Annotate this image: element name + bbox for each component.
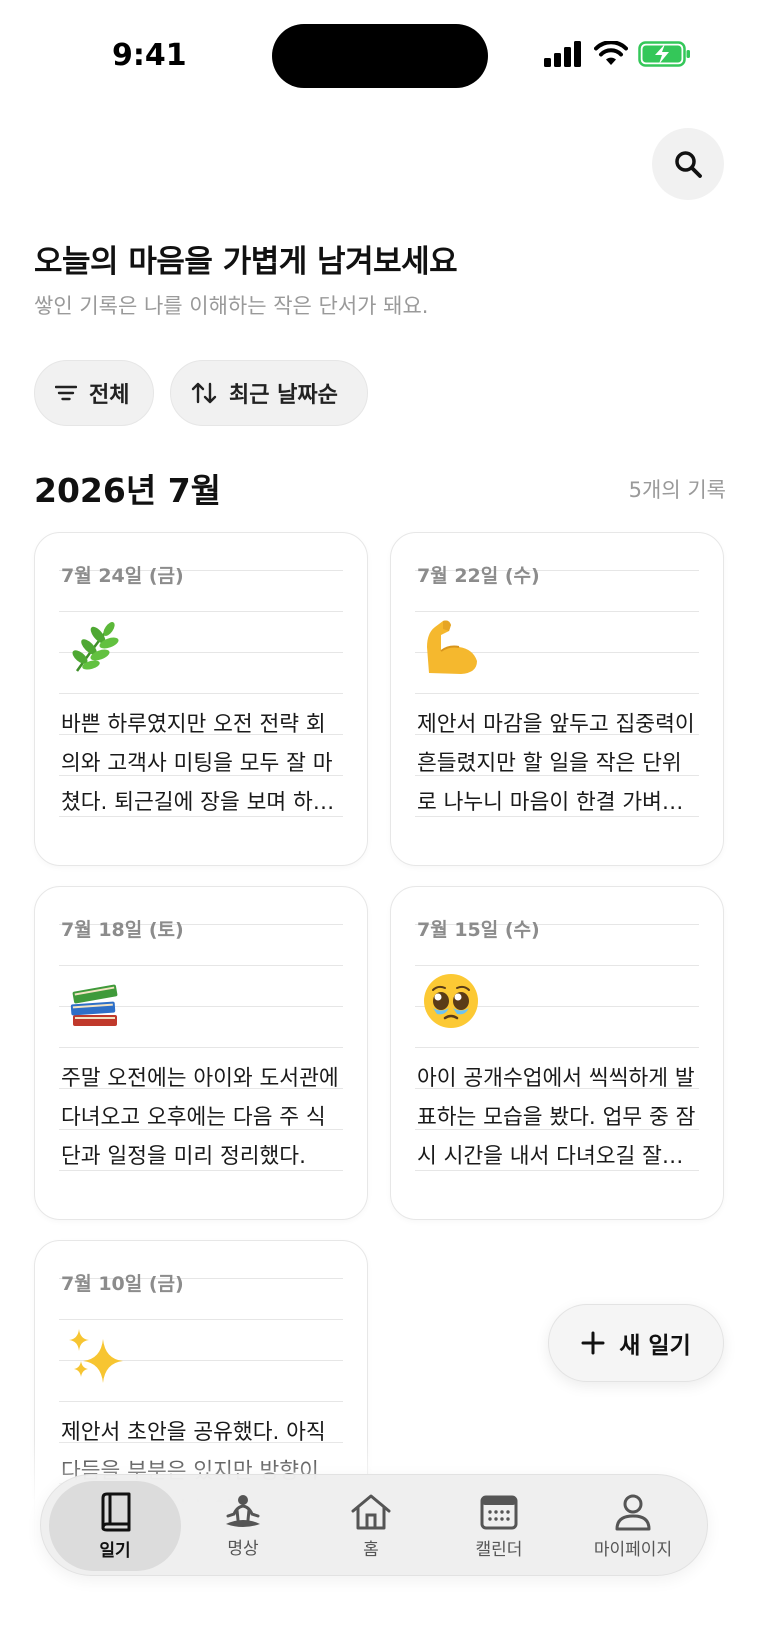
- tab-bar: 일기 명상 홈 캘린더 마이페이지: [40, 1474, 708, 1576]
- page-subline: 쌓인 기록은 나를 이해하는 작은 단서가 돼요.: [34, 294, 429, 318]
- profile-icon: [615, 1494, 651, 1530]
- home-icon: [351, 1494, 391, 1529]
- filter-all-chip[interactable]: 전체: [34, 360, 154, 426]
- books-icon: [70, 984, 118, 1026]
- diary-card-date: 7월 15일 (수): [417, 919, 540, 941]
- tab-diary[interactable]: 일기: [49, 1481, 181, 1571]
- sparkles-icon: [69, 1329, 123, 1383]
- diary-card[interactable]: 7월 18일 (토) 주말 오전에는 아이와 도서관에 다녀오고 오후에는 다음…: [34, 886, 368, 1220]
- tab-meditation[interactable]: 명상: [177, 1481, 309, 1571]
- record-count: 5개의 기록: [628, 478, 726, 502]
- filter-all-label: 전체: [89, 383, 130, 408]
- diary-card[interactable]: 7월 15일 (수) 아이 공개수업에서 씩씩하게 발표하는 모습을 봤다. 업…: [390, 886, 724, 1220]
- flexed-biceps-icon: [427, 620, 477, 674]
- tab-mypage[interactable]: 마이페이지: [567, 1481, 699, 1571]
- month-title: 2026년 7월: [34, 471, 222, 510]
- tab-meditation-label: 명상: [227, 1538, 259, 1559]
- tab-home[interactable]: 홈: [305, 1481, 437, 1571]
- tab-calendar-label: 캘린더: [475, 1539, 523, 1560]
- dynamic-island: [272, 24, 488, 88]
- diary-card-text: 아이 공개수업에서 씩씩하게 발표하는 모습을 봤다. 업무 중 잠시 시간을 …: [417, 1066, 696, 1169]
- sort-recent-label: 최근 날짜순: [229, 383, 338, 408]
- pleading-face-icon: [424, 974, 478, 1028]
- new-diary-label: 새 일기: [619, 1333, 691, 1359]
- diary-book-icon: [101, 1492, 131, 1531]
- diary-card-date: 7월 24일 (금): [61, 565, 184, 587]
- diary-card[interactable]: 7월 22일 (수) 제안서 마감을 앞두고 집중력이 흔들렸지만 할 일을 작…: [390, 532, 724, 866]
- plus-icon: [581, 1331, 605, 1355]
- diary-card-text: 주말 오전에는 아이와 도서관에 다녀오고 오후에는 다음 주 식단과 일정을 …: [61, 1066, 339, 1169]
- new-diary-button[interactable]: 새 일기: [548, 1304, 724, 1382]
- diary-card-text: 바쁜 하루였지만 오전 전략 회의와 고객사 미팅을 모두 잘 마쳤다. 퇴근길…: [61, 712, 333, 815]
- diary-card-date: 7월 18일 (토): [61, 919, 184, 941]
- herb-icon: [72, 622, 119, 672]
- search-button[interactable]: [652, 128, 724, 200]
- meditation-icon: [226, 1494, 260, 1527]
- sort-recent-chip[interactable]: 최근 날짜순: [170, 360, 368, 426]
- cellular-signal-icon: [544, 41, 581, 67]
- battery-charging-icon: [638, 41, 690, 67]
- tab-mypage-label: 마이페이지: [593, 1539, 673, 1560]
- status-bar: 9:41: [0, 0, 760, 110]
- tab-diary-label: 일기: [99, 1540, 131, 1561]
- diary-card-text: 제안서 마감을 앞두고 집중력이 흔들렸지만 할 일을 작은 단위로 나누니 마…: [417, 712, 695, 815]
- wifi-icon: [594, 41, 628, 65]
- status-time: 9:41: [112, 38, 187, 73]
- sort-arrows-icon: [191, 382, 217, 404]
- tab-home-label: 홈: [363, 1539, 379, 1560]
- diary-card-date: 7월 22일 (수): [417, 565, 540, 587]
- page-headline: 오늘의 마음을 가볍게 남겨보세요: [34, 244, 458, 280]
- search-icon: [675, 151, 702, 178]
- tab-calendar[interactable]: 캘린더: [433, 1481, 565, 1571]
- diary-card[interactable]: 7월 24일 (금) 바쁜 하루였지만 오전 전략 회의와 고객사 미팅을 모두…: [34, 532, 368, 866]
- calendar-icon: [480, 1495, 518, 1529]
- diary-card-date: 7월 10일 (금): [61, 1273, 184, 1295]
- status-icons: [544, 40, 692, 68]
- filter-lines-icon: [55, 385, 77, 401]
